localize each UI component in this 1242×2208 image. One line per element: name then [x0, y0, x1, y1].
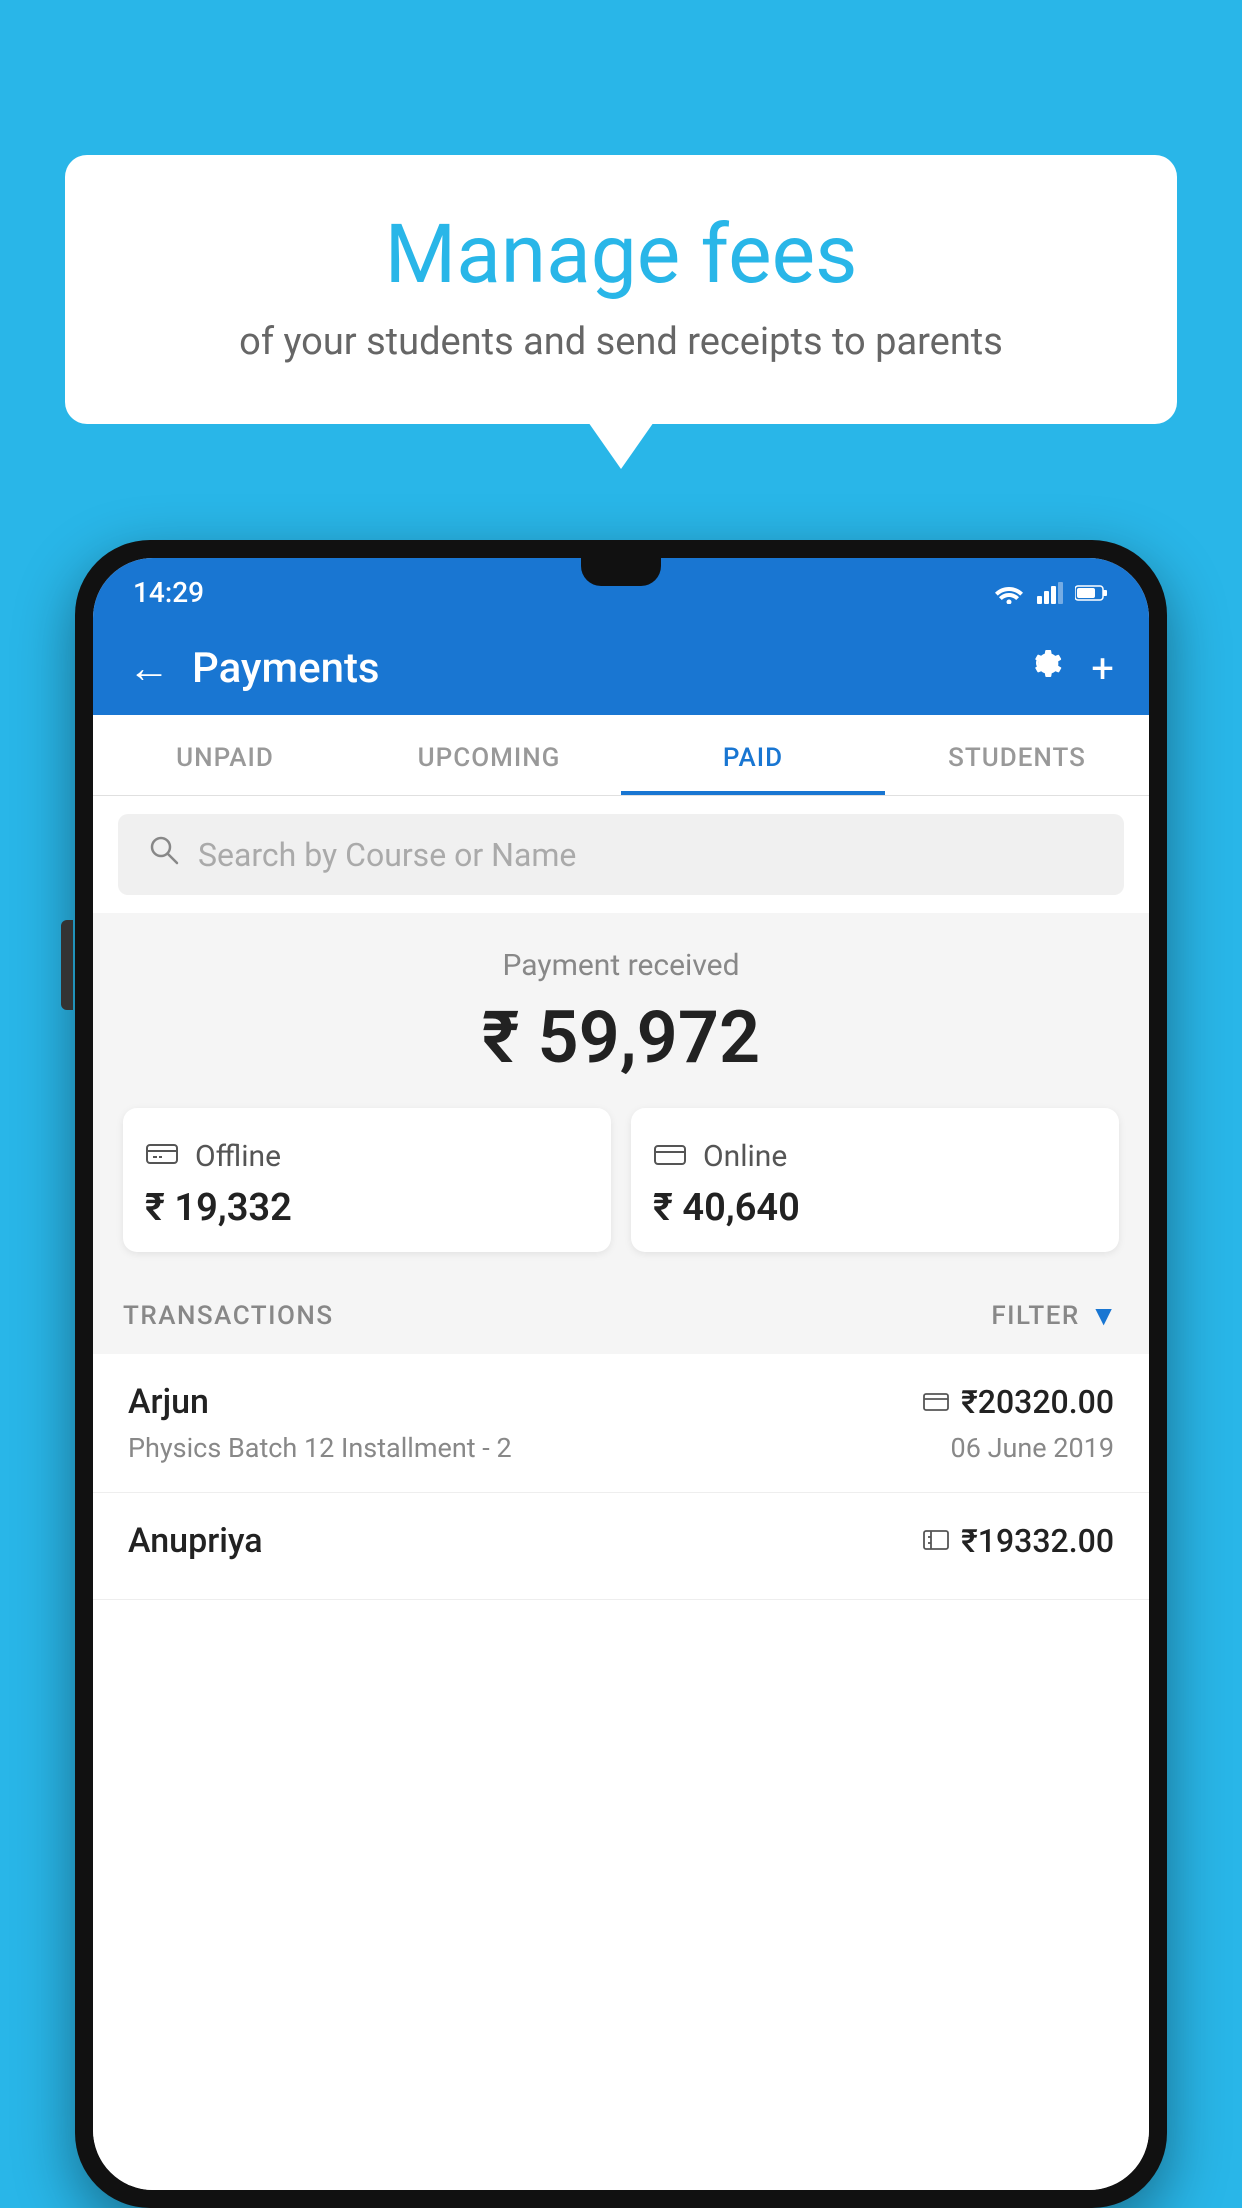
phone-notch — [581, 558, 661, 586]
transactions-header: TRANSACTIONS FILTER ▼ — [93, 1277, 1149, 1354]
filter-button[interactable]: FILTER ▼ — [991, 1299, 1119, 1332]
transaction-sub-row: Physics Batch 12 Installment - 2 06 June… — [128, 1432, 1114, 1464]
transaction-item: Anupriya ₹19332.00 — [93, 1493, 1149, 1600]
tab-paid[interactable]: PAID — [621, 715, 885, 795]
search-box[interactable]: Search by Course or Name — [118, 814, 1124, 895]
search-container: Search by Course or Name — [93, 796, 1149, 913]
phone: 14:29 — [75, 540, 1167, 2208]
tabs-bar: UNPAID UPCOMING PAID STUDENTS — [93, 715, 1149, 796]
settings-button[interactable] — [1023, 643, 1063, 693]
payment-type-icon — [923, 1386, 949, 1419]
transaction-amount-wrap: ₹19332.00 — [923, 1522, 1114, 1560]
payment-label: Payment received — [123, 948, 1119, 983]
search-icon — [148, 834, 180, 875]
online-amount: ₹ 40,640 — [653, 1186, 800, 1230]
payment-type-icon — [923, 1525, 949, 1558]
speech-bubble-subtext: of your students and send receipts to pa… — [125, 320, 1117, 364]
payment-cards: Offline ₹ 19,332 Online — [123, 1108, 1119, 1252]
phone-screen: 14:29 — [93, 558, 1149, 2190]
payment-total-amount: ₹ 59,972 — [123, 995, 1119, 1080]
transaction-date: 06 June 2019 — [951, 1432, 1114, 1464]
transaction-name: Arjun — [128, 1382, 209, 1422]
speech-bubble-heading: Manage fees — [125, 210, 1117, 300]
speech-bubble: Manage fees of your students and send re… — [65, 155, 1177, 424]
app-bar-title: Payments — [192, 644, 380, 693]
transaction-item: Arjun ₹20320.00 Physics — [93, 1354, 1149, 1493]
transaction-top-row: Anupriya ₹19332.00 — [128, 1521, 1114, 1561]
filter-icon: ▼ — [1090, 1299, 1119, 1332]
signal-icon — [1037, 582, 1063, 604]
online-icon — [653, 1136, 687, 1176]
search-input[interactable]: Search by Course or Name — [198, 836, 576, 874]
status-icons — [993, 582, 1109, 604]
transaction-list: Arjun ₹20320.00 Physics — [93, 1354, 1149, 2190]
tab-upcoming[interactable]: UPCOMING — [357, 715, 621, 795]
transaction-amount-wrap: ₹20320.00 — [923, 1383, 1114, 1421]
transaction-top-row: Arjun ₹20320.00 — [128, 1382, 1114, 1422]
online-label: Online — [703, 1139, 787, 1174]
app-bar: ← Payments + — [93, 621, 1149, 715]
transaction-amount: ₹19332.00 — [961, 1522, 1114, 1560]
speech-bubble-container: Manage fees of your students and send re… — [65, 155, 1177, 424]
app-bar-left: ← Payments — [128, 644, 380, 693]
transaction-amount: ₹20320.00 — [961, 1383, 1114, 1421]
offline-label: Offline — [195, 1139, 281, 1174]
transaction-course: Physics Batch 12 Installment - 2 — [128, 1432, 512, 1464]
add-button[interactable]: + — [1091, 645, 1114, 692]
transaction-name: Anupriya — [128, 1521, 263, 1561]
offline-icon — [145, 1136, 179, 1176]
offline-card: Offline ₹ 19,332 — [123, 1108, 611, 1252]
app-bar-right: + — [1023, 643, 1114, 693]
offline-card-top: Offline — [145, 1136, 281, 1176]
back-button[interactable]: ← — [128, 644, 170, 693]
tab-unpaid[interactable]: UNPAID — [93, 715, 357, 795]
offline-amount: ₹ 19,332 — [145, 1186, 292, 1230]
tab-students[interactable]: STUDENTS — [885, 715, 1149, 795]
online-card: Online ₹ 40,640 — [631, 1108, 1119, 1252]
online-card-top: Online — [653, 1136, 787, 1176]
filter-label: FILTER — [991, 1301, 1079, 1331]
transactions-label: TRANSACTIONS — [123, 1301, 334, 1331]
battery-icon — [1075, 584, 1109, 602]
status-time: 14:29 — [133, 576, 204, 609]
wifi-icon — [993, 582, 1025, 604]
phone-container: 14:29 — [75, 540, 1167, 2208]
payment-summary: Payment received ₹ 59,972 — [93, 913, 1149, 1277]
